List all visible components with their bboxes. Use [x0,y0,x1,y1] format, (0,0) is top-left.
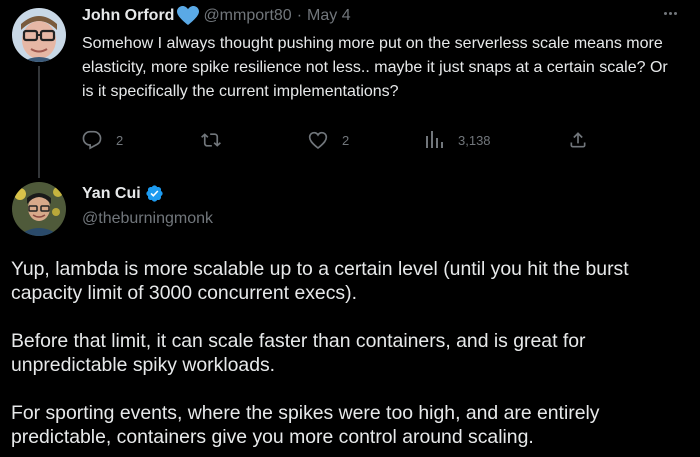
reply-button[interactable]: 2 [82,130,123,150]
retweet-button[interactable] [200,130,236,150]
tweet1-text: Somehow I always thought pushing more pu… [82,35,668,100]
more-icon[interactable] [663,6,678,16]
like-count: 2 [342,132,350,148]
tweet2-author-line: Yan Cui [82,184,164,203]
views-button[interactable]: 3,138 [426,130,491,150]
share-icon [570,132,586,148]
tweet1-action-bar: 2 2 3,138 [82,130,602,154]
verified-badge-icon[interactable] [145,184,164,203]
reply-count: 2 [116,132,124,148]
tweet1-separator: · [296,7,303,24]
blue-heart-emoji [177,6,200,26]
tweet2-author-name[interactable]: Yan Cui [82,185,141,203]
thread-connector-line [38,66,40,178]
views-icon [426,131,443,148]
tweet2-handle[interactable]: @theburningmonk [82,210,213,228]
retweet-icon [201,133,221,147]
like-button[interactable]: 2 [308,130,349,150]
like-icon [308,131,328,150]
tweet1-header: John Orford @mmport80 · May 4 [82,4,351,28]
tweet2-paragraph: Before that limit, it can scale faster t… [11,330,586,376]
tweet1-date[interactable]: May 4 [307,7,351,25]
reply-icon [82,130,102,150]
views-count: 3,138 [458,132,491,148]
avatar-yan-cui[interactable] [12,182,66,236]
tweet1-handle[interactable]: @mmport80 [203,7,291,25]
tweet2-text: Yup, lambda is more scalable up to a cer… [11,257,691,457]
share-button[interactable] [568,130,588,150]
tweet2-paragraph: Yup, lambda is more scalable up to a cer… [11,258,629,304]
tweet1-author-name[interactable]: John Orford [82,7,174,25]
avatar-john-orford[interactable] [12,8,66,62]
tweet2-paragraph: For sporting events, where the spikes we… [11,402,600,448]
